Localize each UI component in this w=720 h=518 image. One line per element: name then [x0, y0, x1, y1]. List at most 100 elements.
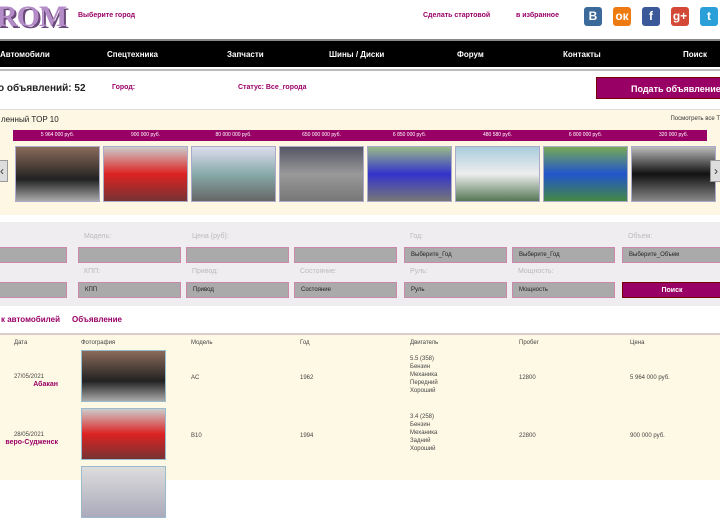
- filter-label: Руль:: [410, 268, 428, 275]
- top10-price: 6 800 000 руб.: [568, 132, 603, 138]
- top10-car-image[interactable]: [631, 146, 716, 202]
- row-engine-line: Задний: [410, 438, 431, 444]
- nav-contacts[interactable]: Контакты: [563, 50, 601, 59]
- nav-tires[interactable]: Шины / Диски: [329, 50, 384, 59]
- facebook-icon[interactable]: f: [642, 7, 660, 26]
- top10-car-image[interactable]: [103, 146, 188, 202]
- car-photo[interactable]: [81, 350, 166, 402]
- row-price: 5 964 000 руб.: [630, 375, 670, 381]
- top10-label: ленный TOP 10: [1, 115, 59, 124]
- row-date: 27/05/2021: [13, 374, 44, 380]
- column-header: Пробег: [519, 340, 539, 346]
- row-mileage: 12800: [519, 375, 536, 381]
- top10-price-bar: 5 964 000 руб. 900 000 руб. 80 000 000 руб…: [13, 130, 707, 141]
- twitter-icon[interactable]: t: [700, 7, 718, 26]
- row-mileage: 22800: [519, 433, 536, 439]
- row-date: 28/05/2021: [13, 432, 44, 438]
- top10-price: 650 000 000 руб.: [302, 132, 341, 138]
- city-select-link[interactable]: Выберите город: [78, 12, 135, 19]
- site-logo[interactable]: ROM: [0, 0, 67, 34]
- vk-icon[interactable]: B: [584, 7, 602, 26]
- filter-select[interactable]: Мощность: [512, 282, 615, 298]
- column-header: Год: [300, 340, 310, 346]
- filter-select[interactable]: Выберите_Год: [404, 247, 507, 263]
- nav-parts[interactable]: Запчасти: [227, 50, 264, 59]
- top10-price: 80 000 000 руб.: [215, 132, 252, 138]
- row-engine-line: Бензин: [410, 422, 431, 428]
- filter-label: Мощность:: [518, 268, 554, 275]
- car-photo[interactable]: [81, 466, 166, 518]
- city-filter[interactable]: Город:: [112, 84, 135, 91]
- divider: [0, 69, 720, 71]
- status-filter[interactable]: Статус: Все_города: [238, 84, 307, 91]
- odnoklassniki-icon[interactable]: ок: [613, 7, 631, 26]
- filter-select[interactable]: Выберите_Год: [512, 247, 615, 263]
- column-header: Модель: [191, 340, 213, 346]
- filter-label: КПП:: [84, 268, 101, 275]
- top10-price: 6 850 000 руб.: [392, 132, 427, 138]
- filter-select[interactable]: Привод: [186, 282, 289, 298]
- filter-select[interactable]: КПП: [78, 282, 181, 298]
- filter-label: Состояние:: [300, 268, 337, 275]
- nav-forum[interactable]: Форум: [457, 50, 484, 59]
- carousel-prev-arrow[interactable]: ‹: [0, 160, 8, 182]
- favorites-link[interactable]: в избранное: [516, 12, 559, 19]
- row-engine-line: Передний: [410, 380, 438, 386]
- carousel-next-arrow[interactable]: ›: [710, 160, 720, 182]
- top10-car-image[interactable]: [191, 146, 276, 202]
- filter-label: Объем:: [628, 233, 653, 240]
- filter-label: Модель:: [84, 233, 112, 240]
- top10-price: 5 964 000 руб.: [40, 132, 75, 138]
- filter-select[interactable]: Выберите_Объем: [622, 247, 720, 263]
- row-engine-line: Хороший: [410, 446, 436, 452]
- row-model: AC: [191, 375, 200, 381]
- view-all-link[interactable]: Посмотреть все Т: [670, 116, 720, 122]
- filter-select[interactable]: ите_Авто: [0, 247, 67, 263]
- row-engine-line: 5.5 (358): [410, 356, 435, 362]
- filter-select[interactable]: [294, 247, 397, 263]
- row-engine-line: Механика: [410, 430, 438, 436]
- top10-car-image[interactable]: [455, 146, 540, 202]
- filter-select[interactable]: ло: [0, 282, 67, 298]
- row-engine-line: Хороший: [410, 388, 436, 394]
- row-year: 1994: [300, 433, 314, 439]
- row-year: 1962: [300, 375, 314, 381]
- row-city[interactable]: Абакан: [0, 381, 58, 389]
- filter-select[interactable]: Состояние: [294, 282, 397, 298]
- top10-price: 320 000 руб.: [659, 132, 688, 138]
- column-header: Дата: [14, 340, 28, 346]
- row-engine-line: Механика: [410, 372, 438, 378]
- column-header: Двигатель: [410, 340, 439, 346]
- row-engine-line: Бензин: [410, 364, 431, 370]
- google-plus-icon[interactable]: g+: [671, 7, 689, 26]
- top10-price: 480 580 руб.: [483, 132, 512, 138]
- ads-count: о объявлений: 52: [0, 83, 86, 94]
- filter-label: Цена (руб):: [192, 233, 229, 240]
- top10-car-image[interactable]: [15, 146, 100, 202]
- top10-car-image[interactable]: [543, 146, 628, 202]
- nav-search[interactable]: Поиск: [683, 50, 707, 59]
- make-start-link[interactable]: Сделать стартовой: [423, 12, 490, 19]
- filter-select[interactable]: [186, 247, 289, 263]
- ad-link[interactable]: Объявление: [72, 315, 122, 324]
- search-filter: ите_Автоо:лоМодель:КПП:КППЦена (руб):При…: [0, 222, 720, 306]
- search-button[interactable]: Поиск: [622, 282, 720, 298]
- row-price: 900 000 руб.: [630, 433, 665, 439]
- catalog-link[interactable]: к автомобилей: [1, 315, 60, 324]
- nav-cars[interactable]: Автомобили: [0, 50, 50, 59]
- listings-table: Дата Фотография Модель Год Двигатель Пробег Це…: [0, 333, 720, 518]
- main-nav: Автомобили Спецтехника Запчасти Шины / Д…: [0, 39, 720, 67]
- column-header: Фотография: [81, 340, 116, 346]
- top10-car-image[interactable]: [279, 146, 364, 202]
- top10-car-image[interactable]: [367, 146, 452, 202]
- nav-special[interactable]: Спецтехника: [107, 50, 158, 59]
- add-ad-button[interactable]: Подать объявление: [596, 77, 720, 99]
- row-model: B10: [191, 433, 202, 439]
- filter-select[interactable]: [78, 247, 181, 263]
- row-city[interactable]: веро-Судженск: [0, 439, 58, 447]
- column-header: Цена: [630, 340, 645, 346]
- car-photo[interactable]: [81, 408, 166, 460]
- filter-select[interactable]: Руль: [404, 282, 507, 298]
- top10-price: 900 000 руб.: [131, 132, 160, 138]
- filter-label: Привод:: [192, 268, 219, 275]
